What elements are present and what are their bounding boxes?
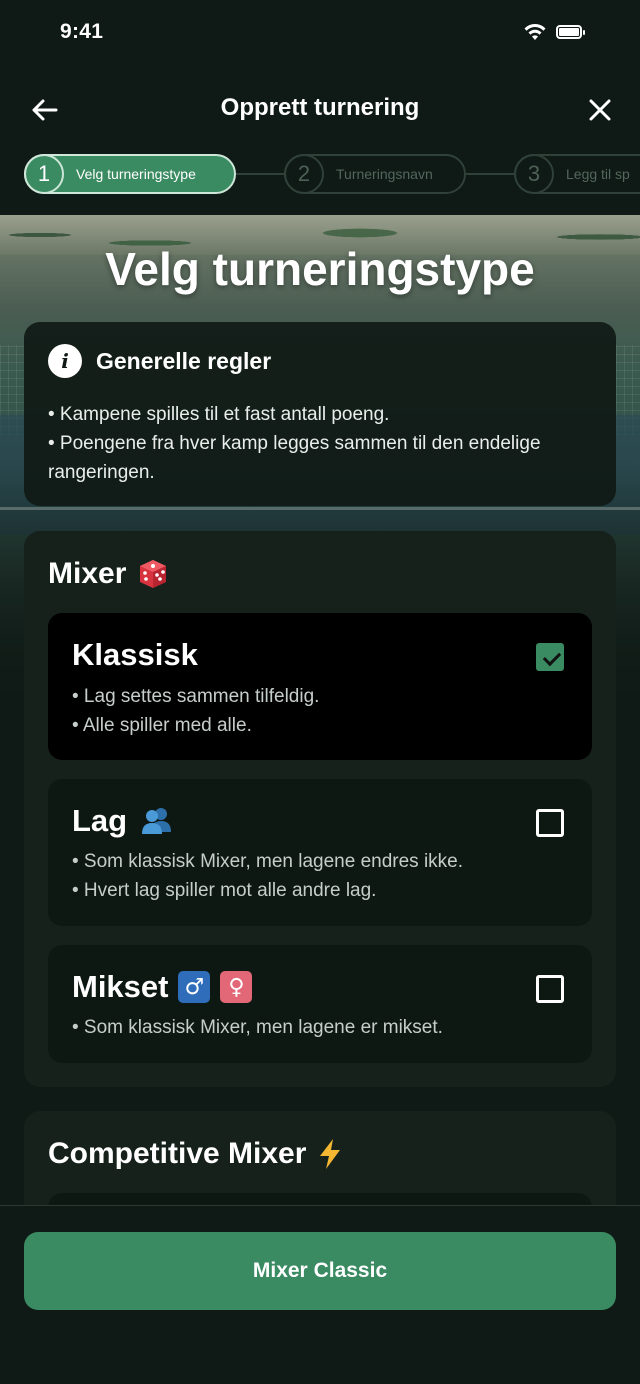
- checkbox-unchecked[interactable]: [536, 975, 564, 1003]
- section-title-text: Competitive Mixer: [48, 1137, 307, 1170]
- screen: 9:41 Opprett turnering 1 Velg turnerings…: [0, 0, 640, 1384]
- option-title-text: Mikset: [72, 969, 169, 1004]
- option-lag[interactable]: Lag • Som klassisk Mixer, men lagene end…: [48, 779, 592, 926]
- step-label: Legg til sp: [566, 166, 630, 182]
- option-desc-line: • Hvert lag spiller mot alle andre lag.: [72, 880, 377, 901]
- option-klassisk[interactable]: Klassisk • Lag settes sammen tilfeldig. …: [48, 613, 592, 760]
- step-number: 3: [514, 154, 554, 194]
- section-title-text: Mixer: [48, 557, 127, 590]
- step-label: Velg turneringstype: [76, 166, 196, 182]
- checkbox-unchecked[interactable]: [536, 809, 564, 837]
- close-icon: [589, 99, 611, 121]
- option-desc-line: • Som klassisk Mixer, men lagene er miks…: [72, 1017, 443, 1038]
- female-symbol-icon: ♀: [220, 971, 253, 1003]
- info-icon: i: [48, 344, 82, 378]
- option-desc-line: • Som klassisk Mixer, men lagene endres …: [72, 851, 464, 872]
- rules-text: • Kampene spilles til et fast antall poe…: [48, 400, 592, 487]
- option-description: • Som klassisk Mixer, men lagene er miks…: [72, 1013, 443, 1042]
- battery-icon: [556, 25, 585, 39]
- option-desc-line: • Alle spiller med alle.: [72, 715, 252, 736]
- continue-button[interactable]: Mixer Classic: [24, 1232, 616, 1310]
- content-scroll[interactable]: i Generelle regler • Kampene spilles til…: [0, 215, 640, 1205]
- option-title-text: Lag: [72, 803, 128, 838]
- stepper: 1 Velg turneringstype 2 Turneringsnavn 3…: [0, 150, 640, 200]
- dice-icon: [138, 558, 168, 590]
- wifi-icon: [524, 24, 546, 40]
- competitive-mixer-section: Competitive Mixer: [24, 1111, 616, 1205]
- header: Opprett turnering: [0, 80, 640, 140]
- option-title: Klassisk: [72, 637, 198, 672]
- option-description: • Som klassisk Mixer, men lagene endres …: [72, 847, 463, 905]
- mixer-section: Mixer Klassisk • Lag settes sammen tilfe…: [24, 531, 616, 1087]
- rules-title: Generelle regler: [96, 347, 272, 374]
- section-title: Mixer: [48, 557, 168, 591]
- option-desc-line: • Lag settes sammen tilfeldig.: [72, 686, 320, 707]
- section-title: Competitive Mixer: [48, 1137, 342, 1171]
- close-button[interactable]: [580, 90, 620, 130]
- step-3[interactable]: 3 Legg til sp: [514, 154, 640, 194]
- rules-line: • Kampene spilles til et fast antall poe…: [48, 404, 390, 425]
- lightning-icon: [318, 1138, 342, 1170]
- header-title: Opprett turnering: [220, 94, 420, 121]
- step-label: Turneringsnavn: [336, 166, 433, 182]
- status-time: 9:41: [60, 20, 104, 43]
- step-number: 1: [24, 154, 64, 194]
- step-2[interactable]: 2 Turneringsnavn: [284, 154, 466, 194]
- option-mikset[interactable]: Mikset ♂ ♀ • Som klassisk Mixer, men lag…: [48, 945, 592, 1063]
- step-1[interactable]: 1 Velg turneringstype: [24, 154, 236, 194]
- competitive-option[interactable]: [48, 1193, 592, 1205]
- checkbox-checked[interactable]: [536, 643, 564, 671]
- option-description: • Lag settes sammen tilfeldig. • Alle sp…: [72, 682, 319, 740]
- option-title: Lag: [72, 803, 175, 839]
- step-number: 2: [284, 154, 324, 194]
- option-title: Mikset ♂ ♀: [72, 969, 253, 1005]
- people-icon: [139, 806, 175, 836]
- bottom-bar: Mixer Classic: [0, 1205, 640, 1384]
- rules-line: • Poengene fra hver kamp legges sammen t…: [48, 433, 541, 483]
- status-bar: 9:41: [0, 0, 640, 70]
- male-symbol-icon: ♂: [178, 971, 211, 1003]
- general-rules-card: i Generelle regler • Kampene spilles til…: [24, 322, 616, 506]
